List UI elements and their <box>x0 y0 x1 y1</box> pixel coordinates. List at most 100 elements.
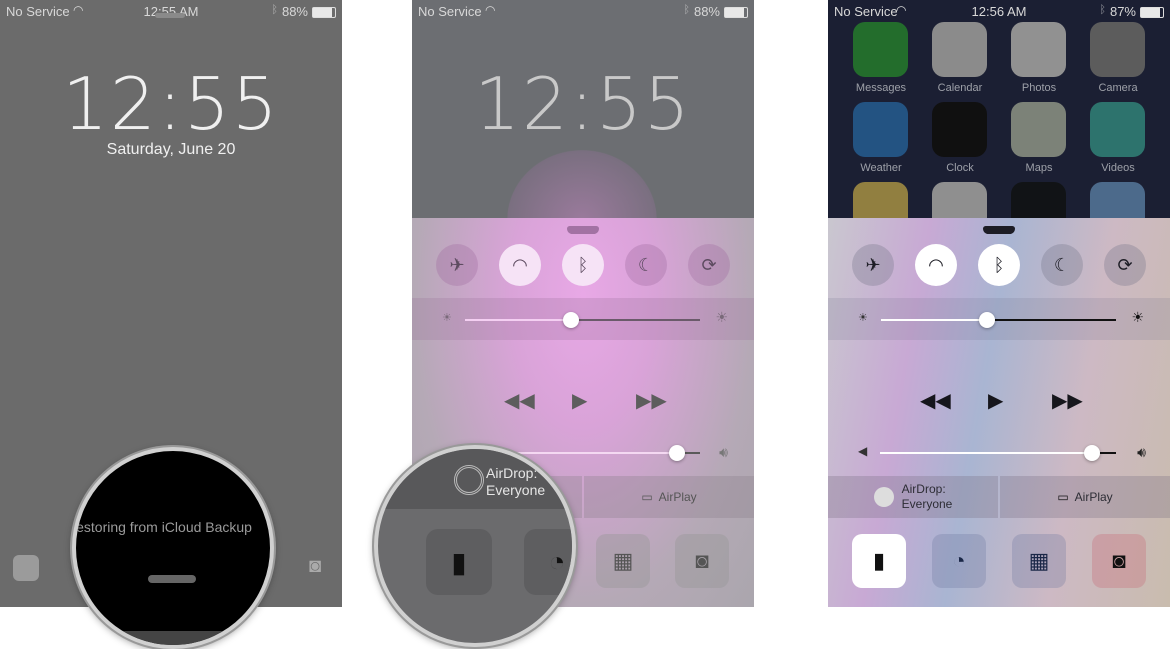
airplay-icon: ▭ <box>641 490 653 504</box>
brightness-knob[interactable] <box>562 312 579 328</box>
app-label: Clock <box>946 162 974 174</box>
airplane-mode-toggle[interactable]: ✈ <box>852 244 894 286</box>
brightness-low-icon: ☀ <box>442 312 452 324</box>
share-row: AirDrop: Everyone ▭ AirPlay <box>828 476 1170 518</box>
airdrop-value: Everyone <box>486 482 546 498</box>
airdrop-label: AirDrop: <box>486 465 538 481</box>
play-button[interactable]: ▶ <box>988 388 1003 413</box>
control-center: ✈ ◠ ᛒ ☾ ⟳ ☀ ☀ ◀◀ ▶ ▶▶ ◀ 🔊︎ AirDrop: Ever… <box>828 218 1170 607</box>
airplane-toggle[interactable]: ✈ <box>436 244 478 286</box>
battery-percent: 88% <box>693 4 720 19</box>
app-label: Maps <box>1025 162 1053 174</box>
wifi-icon: ◠ <box>485 3 496 17</box>
airplay-label: AirPlay <box>658 490 697 504</box>
rewind-button[interactable]: ◀◀ <box>504 388 535 413</box>
app-icon-photos[interactable] <box>1011 22 1066 77</box>
airplay-icon: ▭ <box>1057 490 1069 504</box>
bluetooth-toggle[interactable]: ᛒ <box>978 244 1020 286</box>
lock-clock: 12:55 <box>474 62 692 146</box>
app-label: Messages <box>855 82 907 94</box>
airdrop-button[interactable]: AirDrop: Everyone <box>828 476 998 518</box>
wifi-toggle[interactable]: ◠ <box>915 244 957 286</box>
app-icon-maps[interactable] <box>1011 102 1066 157</box>
camera-icon[interactable]: ◙ <box>302 555 328 581</box>
play-button[interactable]: ▶ <box>572 388 587 413</box>
airplay-label: AirPlay <box>1074 490 1113 504</box>
app-icon-messages[interactable] <box>853 22 908 77</box>
rewind-button[interactable]: ◀◀ <box>920 388 951 413</box>
bluetooth-icon: ᛒ <box>271 4 278 16</box>
rotation-lock-toggle[interactable]: ⟳ <box>688 244 730 286</box>
brightness-high-icon: ☀ <box>1131 309 1144 325</box>
brightness-section: ☀ ☀ <box>828 298 1170 340</box>
battery-icon <box>312 7 336 18</box>
app-label: Camera <box>1098 82 1138 94</box>
volume-high-icon: 🔊︎ <box>1137 444 1146 460</box>
brightness-slider[interactable] <box>465 312 700 328</box>
app-icon-calendar[interactable] <box>932 22 987 77</box>
fast-forward-button[interactable]: ▶▶ <box>1052 388 1083 413</box>
media-controls: ◀◀ ▶ ▶▶ <box>828 388 1170 418</box>
lock-clock: 12:55 <box>62 62 280 146</box>
app-icon-videos[interactable] <box>1090 102 1145 157</box>
airplay-button[interactable]: ▭ AirPlay <box>584 476 754 518</box>
camera-button[interactable]: ◙ <box>1092 534 1146 588</box>
volume-slider[interactable] <box>880 445 1116 461</box>
flower-wallpaper <box>507 150 657 220</box>
airdrop-icon <box>873 487 894 507</box>
app-icon-weather[interactable] <box>853 102 908 157</box>
bluetooth-toggle[interactable]: ᛒ <box>562 244 604 286</box>
carrier-label: No Service <box>418 4 482 19</box>
brightness-low-icon: ☀ <box>858 312 868 324</box>
quick-apps-row: ▮ ◔ ▦ ◙ <box>828 534 1170 588</box>
lock-date: Saturday, June 20 <box>106 141 236 158</box>
battery-icon <box>1140 7 1164 18</box>
bluetooth-icon: ᛒ <box>683 4 690 16</box>
airdrop-label: AirDrop: <box>901 482 946 496</box>
volume-low-icon: ◀ <box>858 444 868 458</box>
timer-button[interactable]: ◔ <box>932 534 986 588</box>
magnifier-circle: AirDrop: Everyone ▮ ◔ <box>374 445 576 647</box>
volume-knob[interactable] <box>668 445 685 461</box>
timer-button[interactable]: ◔ <box>524 529 572 595</box>
restore-status-text: Restoring from iCloud Backup <box>72 519 252 535</box>
volume-knob[interactable] <box>1084 445 1101 461</box>
magnifier-circle: Restoring from iCloud Backup <box>72 447 274 649</box>
rotation-lock-toggle[interactable]: ⟳ <box>1104 244 1146 286</box>
control-center-grabber[interactable] <box>148 575 196 583</box>
app-label: Calendar <box>937 82 983 94</box>
flashlight-button[interactable]: ▮ <box>426 529 492 595</box>
compass-icon[interactable] <box>13 555 39 581</box>
app-icon-clock[interactable] <box>932 102 987 157</box>
volume-section: ◀ 🔊︎ <box>828 440 1170 466</box>
camera-button[interactable]: ◙ <box>675 534 729 588</box>
toggle-row: ✈ ◠ ᛒ ☾ ⟳ <box>412 244 754 288</box>
do-not-disturb-toggle[interactable]: ☾ <box>625 244 667 286</box>
app-icon-camera[interactable] <box>1090 22 1145 77</box>
airplay-button[interactable]: ▭ AirPlay <box>1000 476 1170 518</box>
airdrop-icon <box>454 465 484 495</box>
media-controls: ◀◀ ▶ ▶▶ <box>412 388 754 418</box>
status-bar: No Service ◠ 12:55 AM ᛒ 88% <box>0 0 342 22</box>
brightness-knob[interactable] <box>978 312 995 328</box>
control-center-home-panel: No Service ◠ 12:56 AM ᛒ 87% Messages Cale… <box>828 0 1170 607</box>
wifi-toggle[interactable]: ◠ <box>499 244 541 286</box>
volume-high-icon: 🔊︎ <box>719 444 728 460</box>
control-center-handle[interactable] <box>983 226 1015 234</box>
calculator-button[interactable]: ▦ <box>596 534 650 588</box>
calculator-button[interactable]: ▦ <box>1012 534 1066 588</box>
control-center-handle[interactable] <box>567 226 599 234</box>
brightness-section: ☀ ☀ <box>412 298 754 340</box>
app-label: Videos <box>1101 162 1135 174</box>
app-label: Weather <box>860 162 902 174</box>
do-not-disturb-toggle[interactable]: ☾ <box>1041 244 1083 286</box>
airdrop-value: Everyone <box>901 497 953 511</box>
battery-percent: 88% <box>281 4 308 19</box>
status-bar: No Service ◠ ᛒ 88% <box>412 0 754 22</box>
brightness-slider[interactable] <box>881 312 1116 328</box>
status-bar: No Service ◠ 12:56 AM ᛒ 87% <box>828 0 1170 22</box>
flashlight-button[interactable]: ▮ <box>852 534 906 588</box>
toggle-row: ✈ ◠ ᛒ ☾ ⟳ <box>828 244 1170 288</box>
fast-forward-button[interactable]: ▶▶ <box>636 388 667 413</box>
notification-grabber[interactable] <box>155 13 185 18</box>
